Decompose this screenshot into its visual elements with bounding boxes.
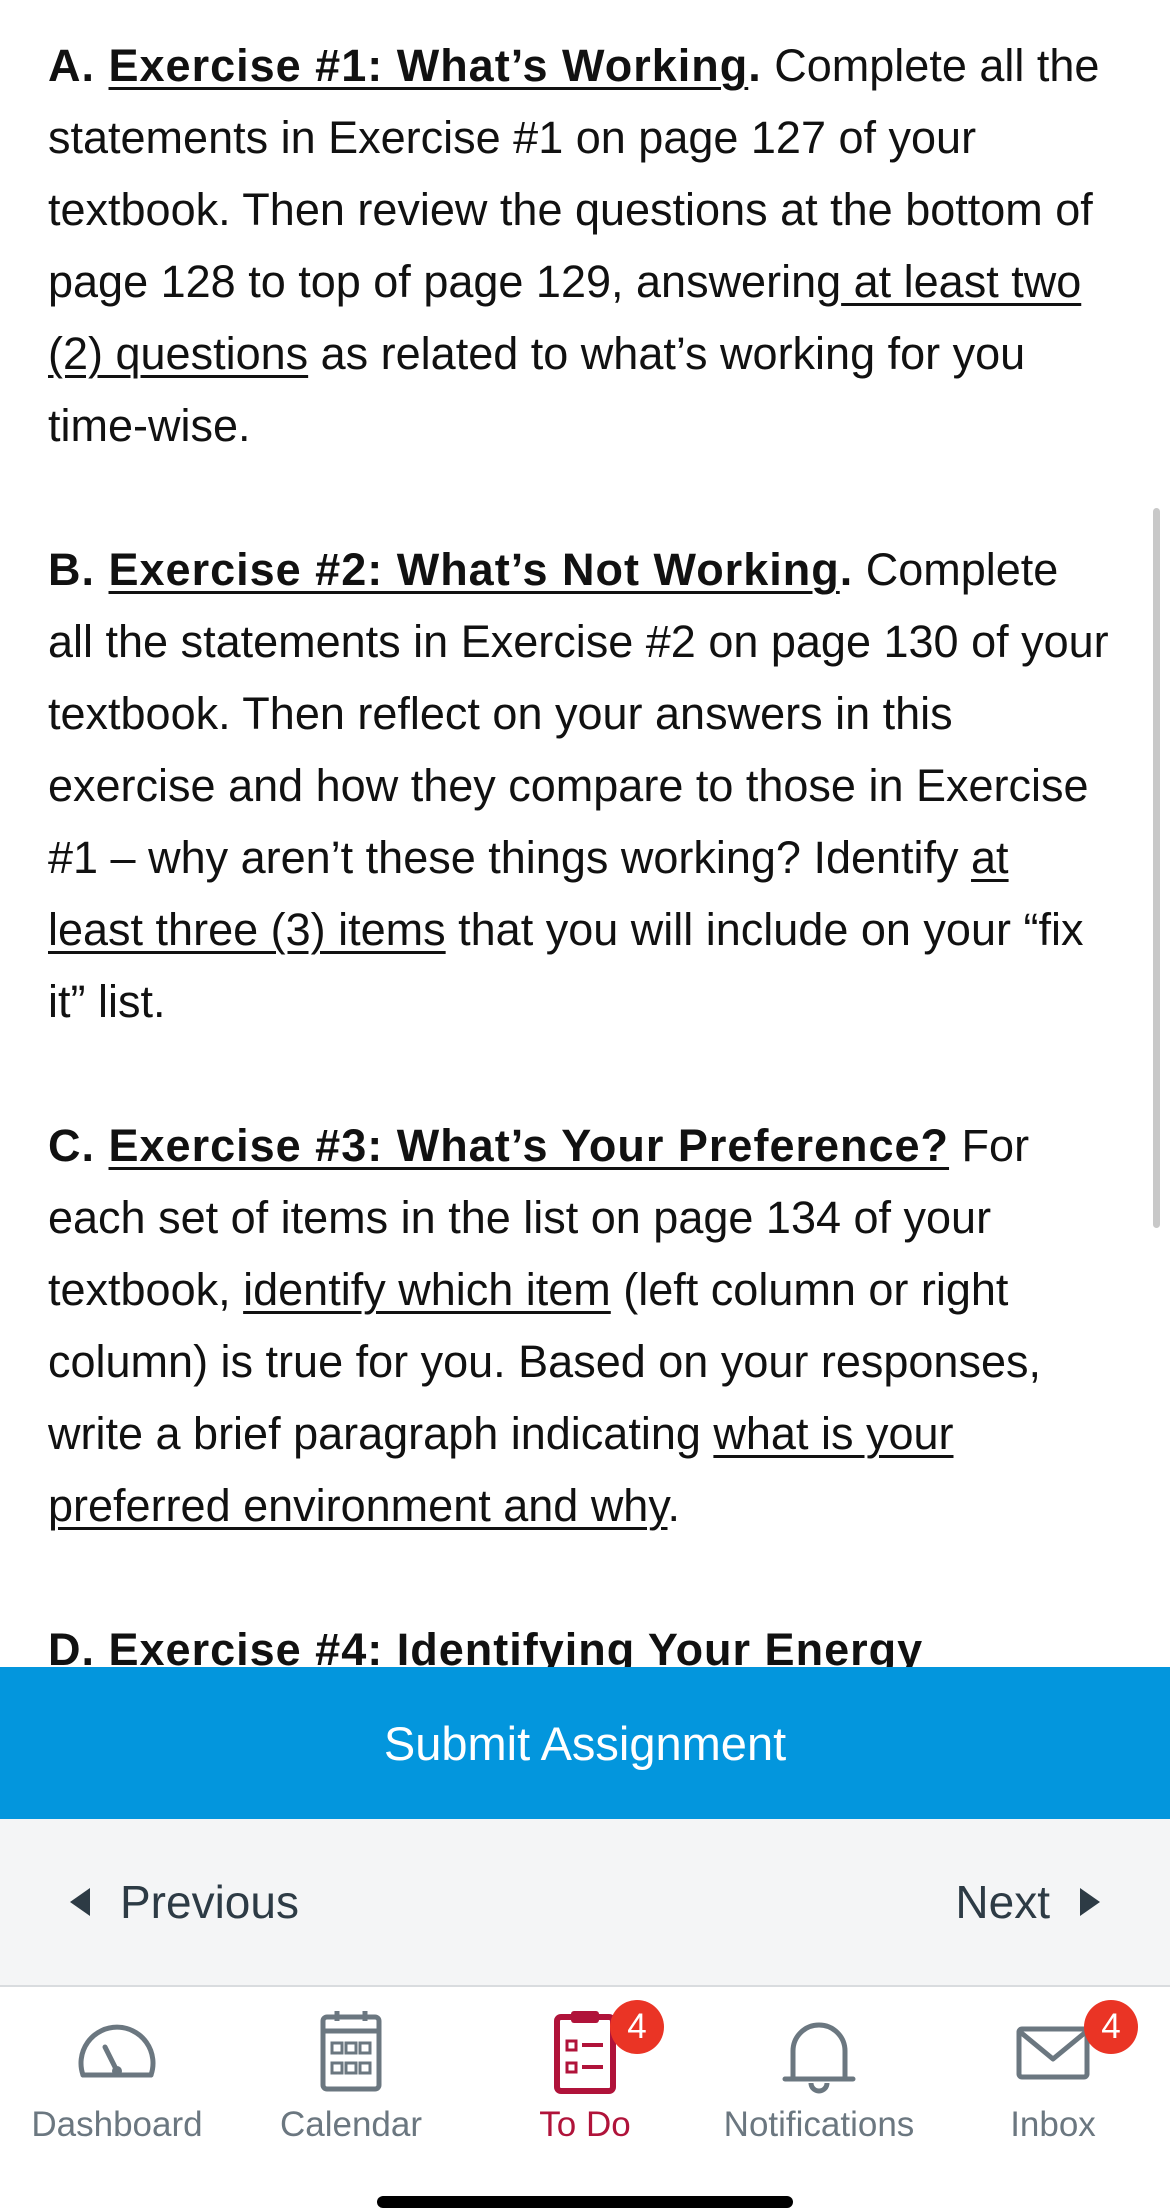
submit-assignment-button[interactable]: Submit Assignment <box>0 1667 1170 1819</box>
tab-to-do[interactable]: 4 To Do <box>468 1987 702 2208</box>
todo-count-badge: 4 <box>610 2000 664 2054</box>
tab-inbox-label: Inbox <box>1010 2105 1096 2144</box>
exercise-d-letter: D. <box>48 1624 109 1667</box>
exercise-b-title-end: . <box>839 544 854 595</box>
caret-left-icon <box>70 1888 90 1916</box>
exercise-c-underline-1: identify which item <box>243 1264 611 1315</box>
tab-notifications[interactable]: Notifications <box>702 1987 936 2208</box>
exercise-c-text-3: . <box>667 1480 681 1531</box>
caret-right-icon <box>1080 1888 1100 1916</box>
bottom-tab-bar: Dashboard Calendar 4 To Do Notifications… <box>0 1987 1170 2208</box>
exercise-a: A. Exercise #1: What’s Working. Complete… <box>48 30 1114 462</box>
exercise-d: D. Exercise #4: Identifying Your Energy <box>48 1614 1114 1667</box>
exercise-c: C. Exercise #3: What’s Your Preference? … <box>48 1110 1114 1542</box>
tab-notifications-label: Notifications <box>723 2105 915 2144</box>
assignment-pager: Previous Next <box>0 1819 1170 1987</box>
exercise-d-title: Exercise #4: Identifying Your Energy <box>108 1624 924 1667</box>
exercise-b-title: Exercise #2: What’s Not Working <box>108 544 840 595</box>
tab-calendar[interactable]: Calendar <box>234 1987 468 2208</box>
previous-label: Previous <box>120 1876 299 1928</box>
tab-calendar-label: Calendar <box>279 2105 423 2144</box>
exercise-b: B. Exercise #2: What’s Not Working. Comp… <box>48 534 1114 1038</box>
dashboard-gauge-icon <box>78 2024 156 2078</box>
tab-inbox[interactable]: 4 Inbox <box>936 1987 1170 2208</box>
assignment-description: A. Exercise #1: What’s Working. Complete… <box>0 0 1170 1667</box>
exercise-a-letter: A. <box>48 40 109 91</box>
submit-assignment-label: Submit Assignment <box>383 1716 787 1770</box>
home-indicator <box>377 2196 793 2208</box>
exercise-a-title: Exercise #1: What’s Working <box>108 40 749 91</box>
calendar-icon <box>320 2011 382 2092</box>
exercise-c-letter: C. <box>48 1120 109 1171</box>
content-scrollbar[interactable] <box>1153 508 1160 1228</box>
next-button[interactable]: Next <box>955 1819 1100 1985</box>
bell-icon <box>782 2022 856 2094</box>
tab-dashboard[interactable]: Dashboard <box>0 1987 234 2208</box>
inbox-count-badge: 4 <box>1084 2000 1138 2054</box>
exercise-b-letter: B. <box>48 544 109 595</box>
next-label: Next <box>955 1876 1050 1928</box>
exercise-a-title-end: . <box>748 40 762 91</box>
exercise-c-title: Exercise #3: What’s Your Preference? <box>108 1120 950 1171</box>
previous-button[interactable]: Previous <box>70 1819 299 1985</box>
tab-dashboard-label: Dashboard <box>31 2105 203 2144</box>
tab-to-do-label: To Do <box>539 2105 631 2144</box>
